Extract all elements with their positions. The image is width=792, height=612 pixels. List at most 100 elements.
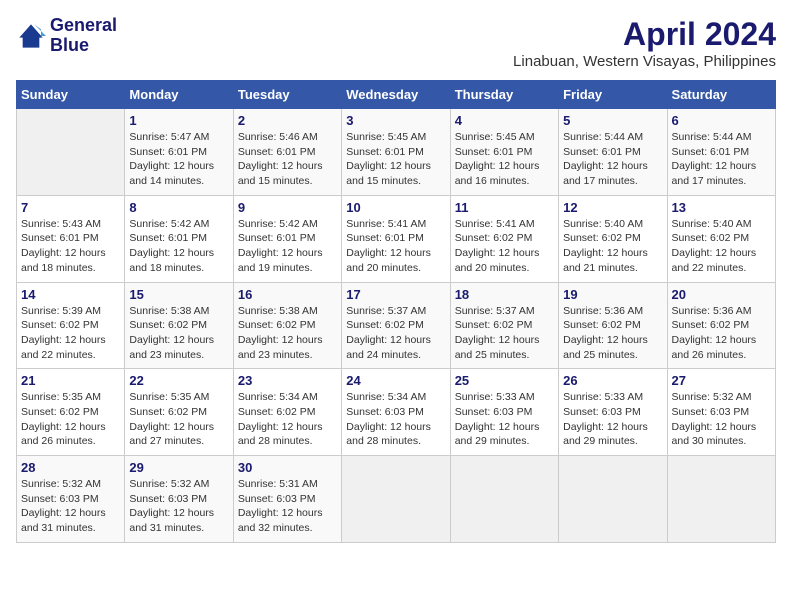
header-friday: Friday xyxy=(559,81,667,109)
day-number: 27 xyxy=(672,373,771,388)
day-number: 2 xyxy=(238,113,337,128)
title-block: April 2024 Linabuan, Western Visayas, Ph… xyxy=(513,16,776,70)
day-info: Sunrise: 5:41 AMSunset: 6:01 PMDaylight:… xyxy=(346,217,445,276)
day-info: Sunrise: 5:45 AMSunset: 6:01 PMDaylight:… xyxy=(346,130,445,189)
day-number: 7 xyxy=(21,200,120,215)
day-number: 12 xyxy=(563,200,662,215)
calendar-cell: 1 Sunrise: 5:47 AMSunset: 6:01 PMDaylight… xyxy=(125,109,233,196)
day-number: 25 xyxy=(455,373,554,388)
page-header: General Blue April 2024 Linabuan, Wester… xyxy=(16,16,776,70)
day-number: 13 xyxy=(672,200,771,215)
day-number: 29 xyxy=(129,460,228,475)
header-thursday: Thursday xyxy=(450,81,558,109)
logo-icon xyxy=(16,21,46,51)
header-wednesday: Wednesday xyxy=(342,81,450,109)
calendar-cell: 16 Sunrise: 5:38 AMSunset: 6:02 PMDayligh… xyxy=(233,282,341,369)
header-monday: Monday xyxy=(125,81,233,109)
day-number: 11 xyxy=(455,200,554,215)
day-info: Sunrise: 5:36 AMSunset: 6:02 PMDaylight:… xyxy=(563,304,662,363)
calendar-cell: 28Sunrise: 5:32 AMSunset: 6:03 PMDayligh… xyxy=(17,456,125,543)
day-number: 20 xyxy=(672,287,771,302)
day-info: Sunrise: 5:43 AMSunset: 6:01 PMDaylight:… xyxy=(21,217,120,276)
day-info: Sunrise: 5:37 AMSunset: 6:02 PMDaylight:… xyxy=(346,304,445,363)
day-info: Sunrise: 5:37 AMSunset: 6:02 PMDaylight:… xyxy=(455,304,554,363)
calendar-cell: 9Sunrise: 5:42 AMSunset: 6:01 PMDaylight… xyxy=(233,195,341,282)
calendar-cell: 21Sunrise: 5:35 AMSunset: 6:02 PMDayligh… xyxy=(17,369,125,456)
calendar-cell: 25 Sunrise: 5:33 AMSunset: 6:03 PMDayligh… xyxy=(450,369,558,456)
day-number: 1 xyxy=(129,113,228,128)
header-saturday: Saturday xyxy=(667,81,775,109)
day-info: Sunrise: 5:32 AMSunset: 6:03 PMDaylight:… xyxy=(21,477,120,536)
calendar-cell xyxy=(17,109,125,196)
day-info: Sunrise: 5:44 AMSunset: 6:01 PMDaylight:… xyxy=(563,130,662,189)
day-number: 18 xyxy=(455,287,554,302)
day-number: 3 xyxy=(346,113,445,128)
calendar-subtitle: Linabuan, Western Visayas, Philippines xyxy=(513,53,776,70)
day-number: 10 xyxy=(346,200,445,215)
calendar-week-0: 1 Sunrise: 5:47 AMSunset: 6:01 PMDaylight… xyxy=(17,109,776,196)
calendar-week-3: 21Sunrise: 5:35 AMSunset: 6:02 PMDayligh… xyxy=(17,369,776,456)
day-info: Sunrise: 5:32 AMSunset: 6:03 PMDaylight:… xyxy=(672,390,771,449)
day-info: Sunrise: 5:31 AMSunset: 6:03 PMDaylight:… xyxy=(238,477,337,536)
calendar-cell: 20 Sunrise: 5:36 AMSunset: 6:02 PMDayligh… xyxy=(667,282,775,369)
calendar-cell: 18 Sunrise: 5:37 AMSunset: 6:02 PMDayligh… xyxy=(450,282,558,369)
day-info: Sunrise: 5:33 AMSunset: 6:03 PMDaylight:… xyxy=(455,390,554,449)
header-tuesday: Tuesday xyxy=(233,81,341,109)
day-info: Sunrise: 5:35 AMSunset: 6:02 PMDaylight:… xyxy=(21,390,120,449)
day-number: 15 xyxy=(129,287,228,302)
day-info: Sunrise: 5:46 AMSunset: 6:01 PMDaylight:… xyxy=(238,130,337,189)
calendar-cell: 15 Sunrise: 5:38 AMSunset: 6:02 PMDayligh… xyxy=(125,282,233,369)
day-info: Sunrise: 5:40 AMSunset: 6:02 PMDaylight:… xyxy=(672,217,771,276)
header-sunday: Sunday xyxy=(17,81,125,109)
day-number: 19 xyxy=(563,287,662,302)
calendar-cell xyxy=(667,456,775,543)
calendar-cell: 13 Sunrise: 5:40 AMSunset: 6:02 PMDayligh… xyxy=(667,195,775,282)
calendar-cell: 8 Sunrise: 5:42 AMSunset: 6:01 PMDaylight… xyxy=(125,195,233,282)
day-number: 4 xyxy=(455,113,554,128)
calendar-cell: 3 Sunrise: 5:45 AMSunset: 6:01 PMDaylight… xyxy=(342,109,450,196)
day-info: Sunrise: 5:40 AMSunset: 6:02 PMDaylight:… xyxy=(563,217,662,276)
calendar-cell: 19 Sunrise: 5:36 AMSunset: 6:02 PMDayligh… xyxy=(559,282,667,369)
day-number: 24 xyxy=(346,373,445,388)
calendar-cell: 7 Sunrise: 5:43 AMSunset: 6:01 PMDaylight… xyxy=(17,195,125,282)
day-info: Sunrise: 5:45 AMSunset: 6:01 PMDaylight:… xyxy=(455,130,554,189)
day-info: Sunrise: 5:38 AMSunset: 6:02 PMDaylight:… xyxy=(238,304,337,363)
day-info: Sunrise: 5:34 AMSunset: 6:02 PMDaylight:… xyxy=(238,390,337,449)
day-info: Sunrise: 5:41 AMSunset: 6:02 PMDaylight:… xyxy=(455,217,554,276)
day-info: Sunrise: 5:39 AMSunset: 6:02 PMDaylight:… xyxy=(21,304,120,363)
calendar-cell: 5 Sunrise: 5:44 AMSunset: 6:01 PMDaylight… xyxy=(559,109,667,196)
day-info: Sunrise: 5:36 AMSunset: 6:02 PMDaylight:… xyxy=(672,304,771,363)
calendar-cell xyxy=(342,456,450,543)
calendar-cell: 10 Sunrise: 5:41 AMSunset: 6:01 PMDayligh… xyxy=(342,195,450,282)
calendar-cell: 6 Sunrise: 5:44 AMSunset: 6:01 PMDaylight… xyxy=(667,109,775,196)
day-info: Sunrise: 5:34 AMSunset: 6:03 PMDaylight:… xyxy=(346,390,445,449)
logo: General Blue xyxy=(16,16,117,56)
calendar-week-2: 14 Sunrise: 5:39 AMSunset: 6:02 PMDayligh… xyxy=(17,282,776,369)
calendar-cell: 23 Sunrise: 5:34 AMSunset: 6:02 PMDayligh… xyxy=(233,369,341,456)
day-info: Sunrise: 5:47 AMSunset: 6:01 PMDaylight:… xyxy=(129,130,228,189)
calendar-title: April 2024 xyxy=(513,16,776,53)
logo-text: General Blue xyxy=(50,16,117,56)
day-info: Sunrise: 5:42 AMSunset: 6:01 PMDaylight:… xyxy=(129,217,228,276)
day-number: 6 xyxy=(672,113,771,128)
calendar-cell: 4 Sunrise: 5:45 AMSunset: 6:01 PMDaylight… xyxy=(450,109,558,196)
day-number: 23 xyxy=(238,373,337,388)
day-number: 8 xyxy=(129,200,228,215)
day-info: Sunrise: 5:38 AMSunset: 6:02 PMDaylight:… xyxy=(129,304,228,363)
day-number: 5 xyxy=(563,113,662,128)
calendar-week-1: 7 Sunrise: 5:43 AMSunset: 6:01 PMDaylight… xyxy=(17,195,776,282)
day-number: 14 xyxy=(21,287,120,302)
calendar-cell: 24 Sunrise: 5:34 AMSunset: 6:03 PMDayligh… xyxy=(342,369,450,456)
calendar-cell: 26 Sunrise: 5:33 AMSunset: 6:03 PMDayligh… xyxy=(559,369,667,456)
day-number: 16 xyxy=(238,287,337,302)
calendar-week-4: 28Sunrise: 5:32 AMSunset: 6:03 PMDayligh… xyxy=(17,456,776,543)
calendar-cell: 14 Sunrise: 5:39 AMSunset: 6:02 PMDayligh… xyxy=(17,282,125,369)
day-info: Sunrise: 5:35 AMSunset: 6:02 PMDaylight:… xyxy=(129,390,228,449)
day-number: 30 xyxy=(238,460,337,475)
day-info: Sunrise: 5:32 AMSunset: 6:03 PMDaylight:… xyxy=(129,477,228,536)
day-number: 26 xyxy=(563,373,662,388)
day-info: Sunrise: 5:44 AMSunset: 6:01 PMDaylight:… xyxy=(672,130,771,189)
day-info: Sunrise: 5:33 AMSunset: 6:03 PMDaylight:… xyxy=(563,390,662,449)
calendar-cell: 22Sunrise: 5:35 AMSunset: 6:02 PMDayligh… xyxy=(125,369,233,456)
calendar-cell: 27 Sunrise: 5:32 AMSunset: 6:03 PMDayligh… xyxy=(667,369,775,456)
